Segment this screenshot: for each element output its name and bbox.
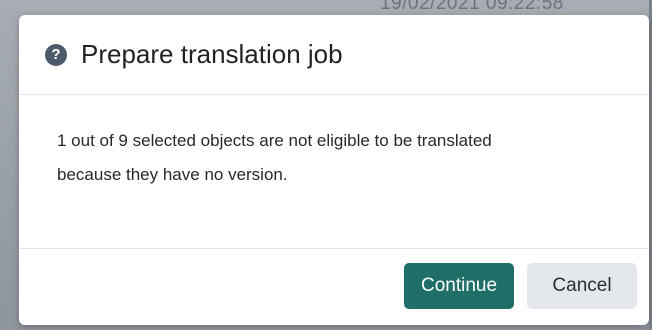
dialog-title: Prepare translation job: [81, 39, 343, 69]
dialog-message-line-1: 1 out of 9 selected objects are not elig…: [57, 131, 492, 150]
dialog-body: 1 out of 9 selected objects are not elig…: [19, 95, 649, 249]
dialog-footer: Continue Cancel: [19, 249, 649, 325]
cancel-button[interactable]: Cancel: [527, 263, 637, 309]
dialog-message-line-2: because they have no version.: [57, 165, 288, 184]
continue-button[interactable]: Continue: [404, 263, 514, 309]
dialog-header: ? Prepare translation job: [19, 15, 649, 95]
question-circle-icon: ?: [45, 43, 67, 66]
dialog-message: 1 out of 9 selected objects are not elig…: [57, 124, 611, 192]
background-timestamp: 19/02/2021 09:22:58: [380, 0, 564, 14]
translation-dialog: ? Prepare translation job 1 out of 9 sel…: [19, 15, 649, 325]
